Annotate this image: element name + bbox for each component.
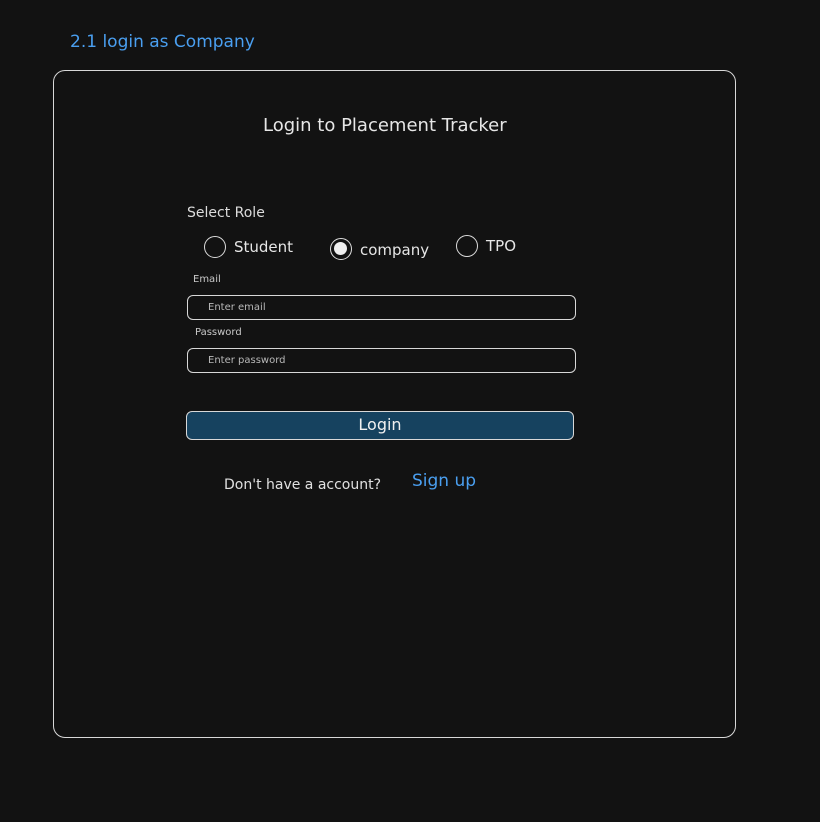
radio-company-label[interactable]: company [360, 241, 429, 259]
login-card [53, 70, 736, 738]
login-button[interactable]: Login [186, 411, 574, 440]
page-title: Login to Placement Tracker [263, 115, 507, 136]
radio-tpo[interactable] [456, 235, 478, 257]
password-field[interactable] [187, 348, 576, 373]
signup-prompt: Don't have a account? [224, 477, 382, 493]
radio-student-label[interactable]: Student [234, 238, 293, 256]
email-label: Email [193, 274, 221, 285]
radio-company[interactable] [330, 238, 352, 260]
radio-tpo-label[interactable]: TPO [486, 237, 516, 255]
radio-student[interactable] [204, 236, 226, 258]
password-label: Password [195, 327, 242, 338]
section-heading: 2.1 login as Company [70, 32, 255, 52]
role-label: Select Role [187, 205, 265, 221]
email-field[interactable] [187, 295, 576, 320]
signup-link[interactable]: Sign up [412, 471, 476, 491]
